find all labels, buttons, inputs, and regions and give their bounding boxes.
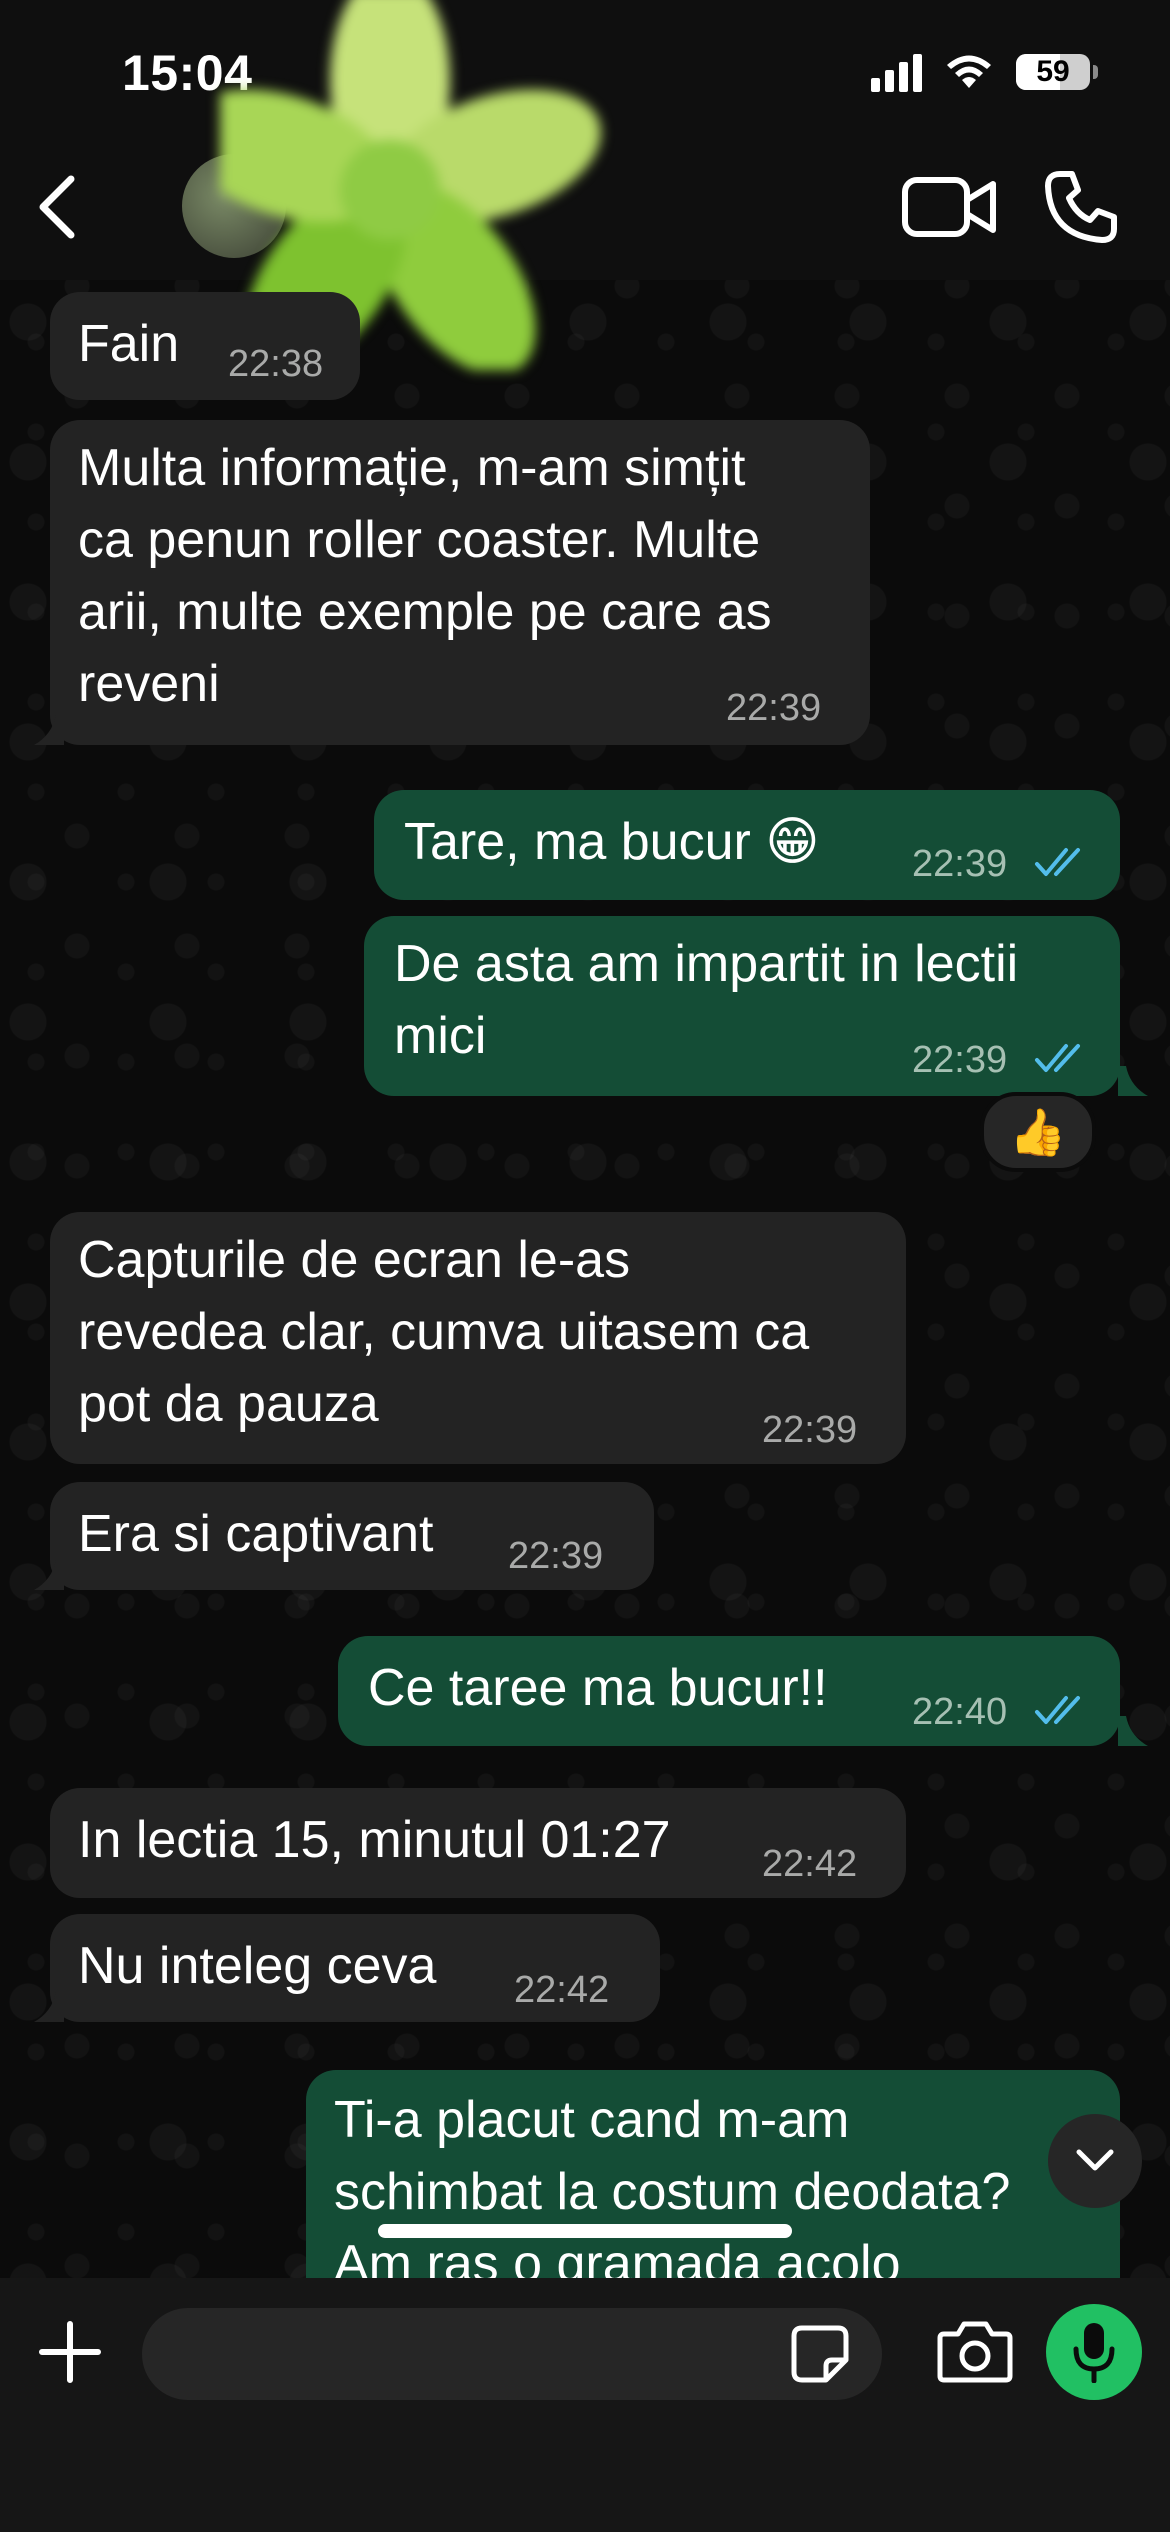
message-input[interactable] <box>142 2308 882 2400</box>
message-line: De asta am impartit in lectii <box>394 935 1019 993</box>
wifi-icon <box>947 55 991 88</box>
read-receipt-icon <box>1035 1696 1080 1724</box>
video-call-button[interactable] <box>900 172 1000 242</box>
message-outgoing[interactable]: Ce taree ma bucur!! 22:40 <box>338 1636 1120 1746</box>
phone-icon <box>1045 171 1117 243</box>
message-time: 22:40 <box>912 1691 1008 1733</box>
message-line: pot da pauza <box>78 1375 379 1433</box>
message-text: Capturile de ecran le-as revedea clar, c… <box>78 1224 809 1440</box>
message-time: 22:38 <box>228 343 324 385</box>
message-text: Ce taree ma bucur!! <box>368 1659 828 1717</box>
camera-button[interactable] <box>936 2318 1014 2386</box>
read-receipt-icon <box>1035 1044 1080 1072</box>
message-outgoing[interactable]: De asta am impartit in lectii mici 22:39 <box>364 916 1120 1096</box>
message-line: arii, multe exemple pe care as <box>78 583 772 641</box>
reaction-emoji: 👍 <box>1009 1105 1067 1158</box>
message-text: Tare, ma bucur 😁 <box>404 813 820 871</box>
bubble-tail <box>1118 1066 1148 1096</box>
cellular-signal-icon <box>871 52 922 92</box>
status-icons: 59 <box>871 52 1098 92</box>
message-time: 22:39 <box>912 843 1008 885</box>
voice-call-button[interactable] <box>1040 168 1120 248</box>
bubble-tail <box>1118 1716 1148 1746</box>
bubble-tail <box>34 715 64 745</box>
message-incoming[interactable]: Capturile de ecran le-as revedea clar, c… <box>50 1212 906 1464</box>
voice-message-button[interactable] <box>1046 2304 1142 2400</box>
message-text: Nu inteleg ceva <box>78 1937 437 1995</box>
message-text: In lectia 15, minutul 01:27 <box>78 1811 671 1869</box>
chevron-down-icon <box>1076 2149 1114 2171</box>
message-text: Era si captivant <box>78 1505 434 1563</box>
message-list[interactable]: Fain 22:38 Multa informație, m-am simțit… <box>0 280 1170 2278</box>
back-button[interactable] <box>22 172 92 242</box>
message-time: 22:42 <box>514 1969 610 2011</box>
message-line: Ti-a placut cand m-am <box>334 2091 850 2149</box>
message-line: reveni <box>78 655 220 713</box>
message-text: Multa informație, m-am simțit ca penun r… <box>78 432 772 720</box>
message-line: Capturile de ecran le-as <box>78 1231 631 1289</box>
message-incoming[interactable]: In lectia 15, minutul 01:27 22:42 <box>50 1788 906 1898</box>
avatar[interactable] <box>182 154 286 258</box>
message-incoming[interactable]: Fain 22:38 <box>50 292 360 400</box>
camera-icon <box>937 2321 1013 2383</box>
scroll-to-bottom-button[interactable] <box>1048 2114 1142 2208</box>
message-line: Multa informație, m-am simțit <box>78 439 746 497</box>
message-time: 22:42 <box>762 1843 858 1885</box>
status-bar: 15:04 59 <box>0 0 1170 150</box>
input-bar <box>0 2278 1170 2532</box>
reaction-badge[interactable]: 👍 <box>980 1092 1096 1172</box>
message-time: 22:39 <box>726 687 822 729</box>
attach-button[interactable] <box>36 2318 104 2386</box>
message-line: ca penun roller coaster. Multe <box>78 511 761 569</box>
battery-level: 59 <box>1036 55 1070 88</box>
microphone-icon <box>1073 2323 1115 2383</box>
video-camera-icon <box>902 177 996 237</box>
message-incoming[interactable]: Nu inteleg ceva 22:42 <box>50 1914 660 2022</box>
message-incoming[interactable]: Multa informație, m-am simțit ca penun r… <box>50 420 870 745</box>
chevron-left-icon <box>39 175 75 239</box>
message-line: revedea clar, cumva uitasem ca <box>78 1303 810 1361</box>
message-time: 22:39 <box>762 1409 858 1451</box>
message-time: 22:39 <box>912 1039 1008 1081</box>
bubble-tail <box>34 1992 64 2022</box>
message-line: schimbat la costum deodata? <box>334 2163 1011 2221</box>
sticker-icon <box>791 2325 849 2383</box>
bubble-tail <box>34 1560 64 1590</box>
home-indicator <box>378 2224 792 2238</box>
message-outgoing[interactable]: Tare, ma bucur 😁 22:39 <box>374 790 1120 900</box>
message-time: 22:39 <box>508 1535 604 1577</box>
message-outgoing[interactable]: Ti-a placut cand m-am schimbat la costum… <box>306 2070 1120 2278</box>
message-text: Ti-a placut cand m-am schimbat la costum… <box>334 2084 1010 2278</box>
chat-header <box>0 150 1170 280</box>
sticker-button[interactable] <box>790 2324 850 2384</box>
plus-icon <box>39 2321 101 2383</box>
battery-icon: 59 <box>1016 54 1098 90</box>
read-receipt-icon <box>1035 848 1080 876</box>
status-time: 15:04 <box>122 45 253 101</box>
message-incoming[interactable]: Era si captivant 22:39 <box>50 1482 654 1590</box>
message-text: Fain <box>78 315 180 373</box>
